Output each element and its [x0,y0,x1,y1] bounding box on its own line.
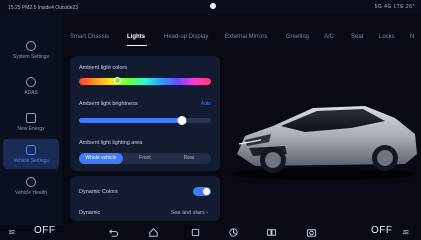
recent-apps-icon[interactable] [190,227,201,238]
right-climate-status[interactable]: OFF [371,225,393,236]
dynamic-colors-toggle[interactable] [193,187,211,196]
sidebar: System Settings ADAS New Energy Vehicle … [0,15,62,225]
sidebar-item-label: Vehicle Health [15,190,47,196]
tab-locks[interactable]: Locks [379,34,395,40]
tab-lights[interactable]: Lights [127,34,145,40]
tab-seat[interactable]: Seat [351,34,363,40]
left-fan-icon[interactable]: ≋ [8,227,16,238]
health-icon [26,177,36,187]
area-option-rear[interactable]: Rear [167,153,211,164]
brightness-fill [79,118,182,123]
bottom-bar: ≋ OFF OFF ≋ [0,225,421,240]
sidebar-item-vehicle-settings[interactable]: Vehicle Settings [3,139,59,169]
tab-smart-chassis[interactable]: Smart Chassis [70,34,109,40]
brightness-slider[interactable] [79,116,211,125]
sidebar-item-label: Vehicle Settings [13,158,49,164]
vehicle-control-icon[interactable] [228,227,239,238]
sidebar-item-vehicle-health[interactable]: Vehicle Health [3,171,59,201]
lighting-area-selector: Whole vehicle Front Rear [79,153,211,164]
camera-icon[interactable] [306,227,317,238]
battery-icon [26,113,36,123]
lighting-area-label: Ambient light lighting area [79,140,143,146]
sidebar-item-adas[interactable]: ADAS [3,71,59,101]
ambient-light-panel: Ambient light colors Ambient light brigh… [70,56,220,171]
vehicle-image [231,106,417,180]
sidebar-item-label: ADAS [24,90,38,96]
signal-status: 5G 4G LTE 26° [374,4,415,10]
dynamic-panel: Dynamic Colors Dynamic Sea and stars › [70,176,220,221]
brightness-handle[interactable] [177,116,187,125]
sidebar-item-system-settings[interactable]: System Settings [3,35,59,65]
dynamic-mode-text: Sea and stars [170,210,205,216]
dynamic-mode-value[interactable]: Sea and stars › [171,210,208,216]
active-tab-indicator [127,45,147,46]
car-icon [26,145,36,155]
left-climate-status[interactable]: OFF [34,225,56,236]
back-icon[interactable] [108,227,119,238]
home-icon[interactable] [148,227,159,238]
area-option-front[interactable]: Front [123,153,167,164]
gear-icon [26,41,36,51]
sidebar-item-new-energy[interactable]: New Energy [3,107,59,137]
sidebar-item-label: System Settings [12,54,50,60]
ambient-brightness-label: Ambient light brightness [79,101,138,107]
area-option-whole-vehicle[interactable]: Whole vehicle [79,153,123,164]
ambient-color-slider[interactable] [79,77,211,85]
camera-indicator-icon [210,3,216,9]
tab-head-up-display[interactable]: Head-up Display [164,34,208,40]
brightness-auto-button[interactable]: Auto [201,101,211,107]
tab-external-mirrors[interactable]: External Mirrors [225,34,267,40]
tab-greeting[interactable]: Greeting [286,34,309,40]
sidebar-item-label: New Energy [17,126,45,132]
tab-bar: Smart Chassis Lights Head-up Display Ext… [62,30,421,48]
right-fan-icon[interactable]: ≋ [402,227,410,238]
dynamic-label: Dynamic [79,210,101,216]
dynamic-colors-label: Dynamic Colors [79,189,118,195]
tab-ac[interactable]: A/C [324,34,334,40]
steering-icon [26,77,36,87]
tab-more[interactable]: N [410,34,414,40]
color-slider-handle[interactable] [113,77,121,84]
chevron-right-icon: › [206,210,208,216]
status-bar: 15:25 PM2.5 Inside4 Outside23 5G 4G LTE … [0,0,421,15]
status-info: 15:25 PM2.5 Inside4 Outside23 [8,5,79,11]
ambient-colors-label: Ambient light colors [79,65,127,71]
split-screen-icon[interactable] [266,227,277,238]
